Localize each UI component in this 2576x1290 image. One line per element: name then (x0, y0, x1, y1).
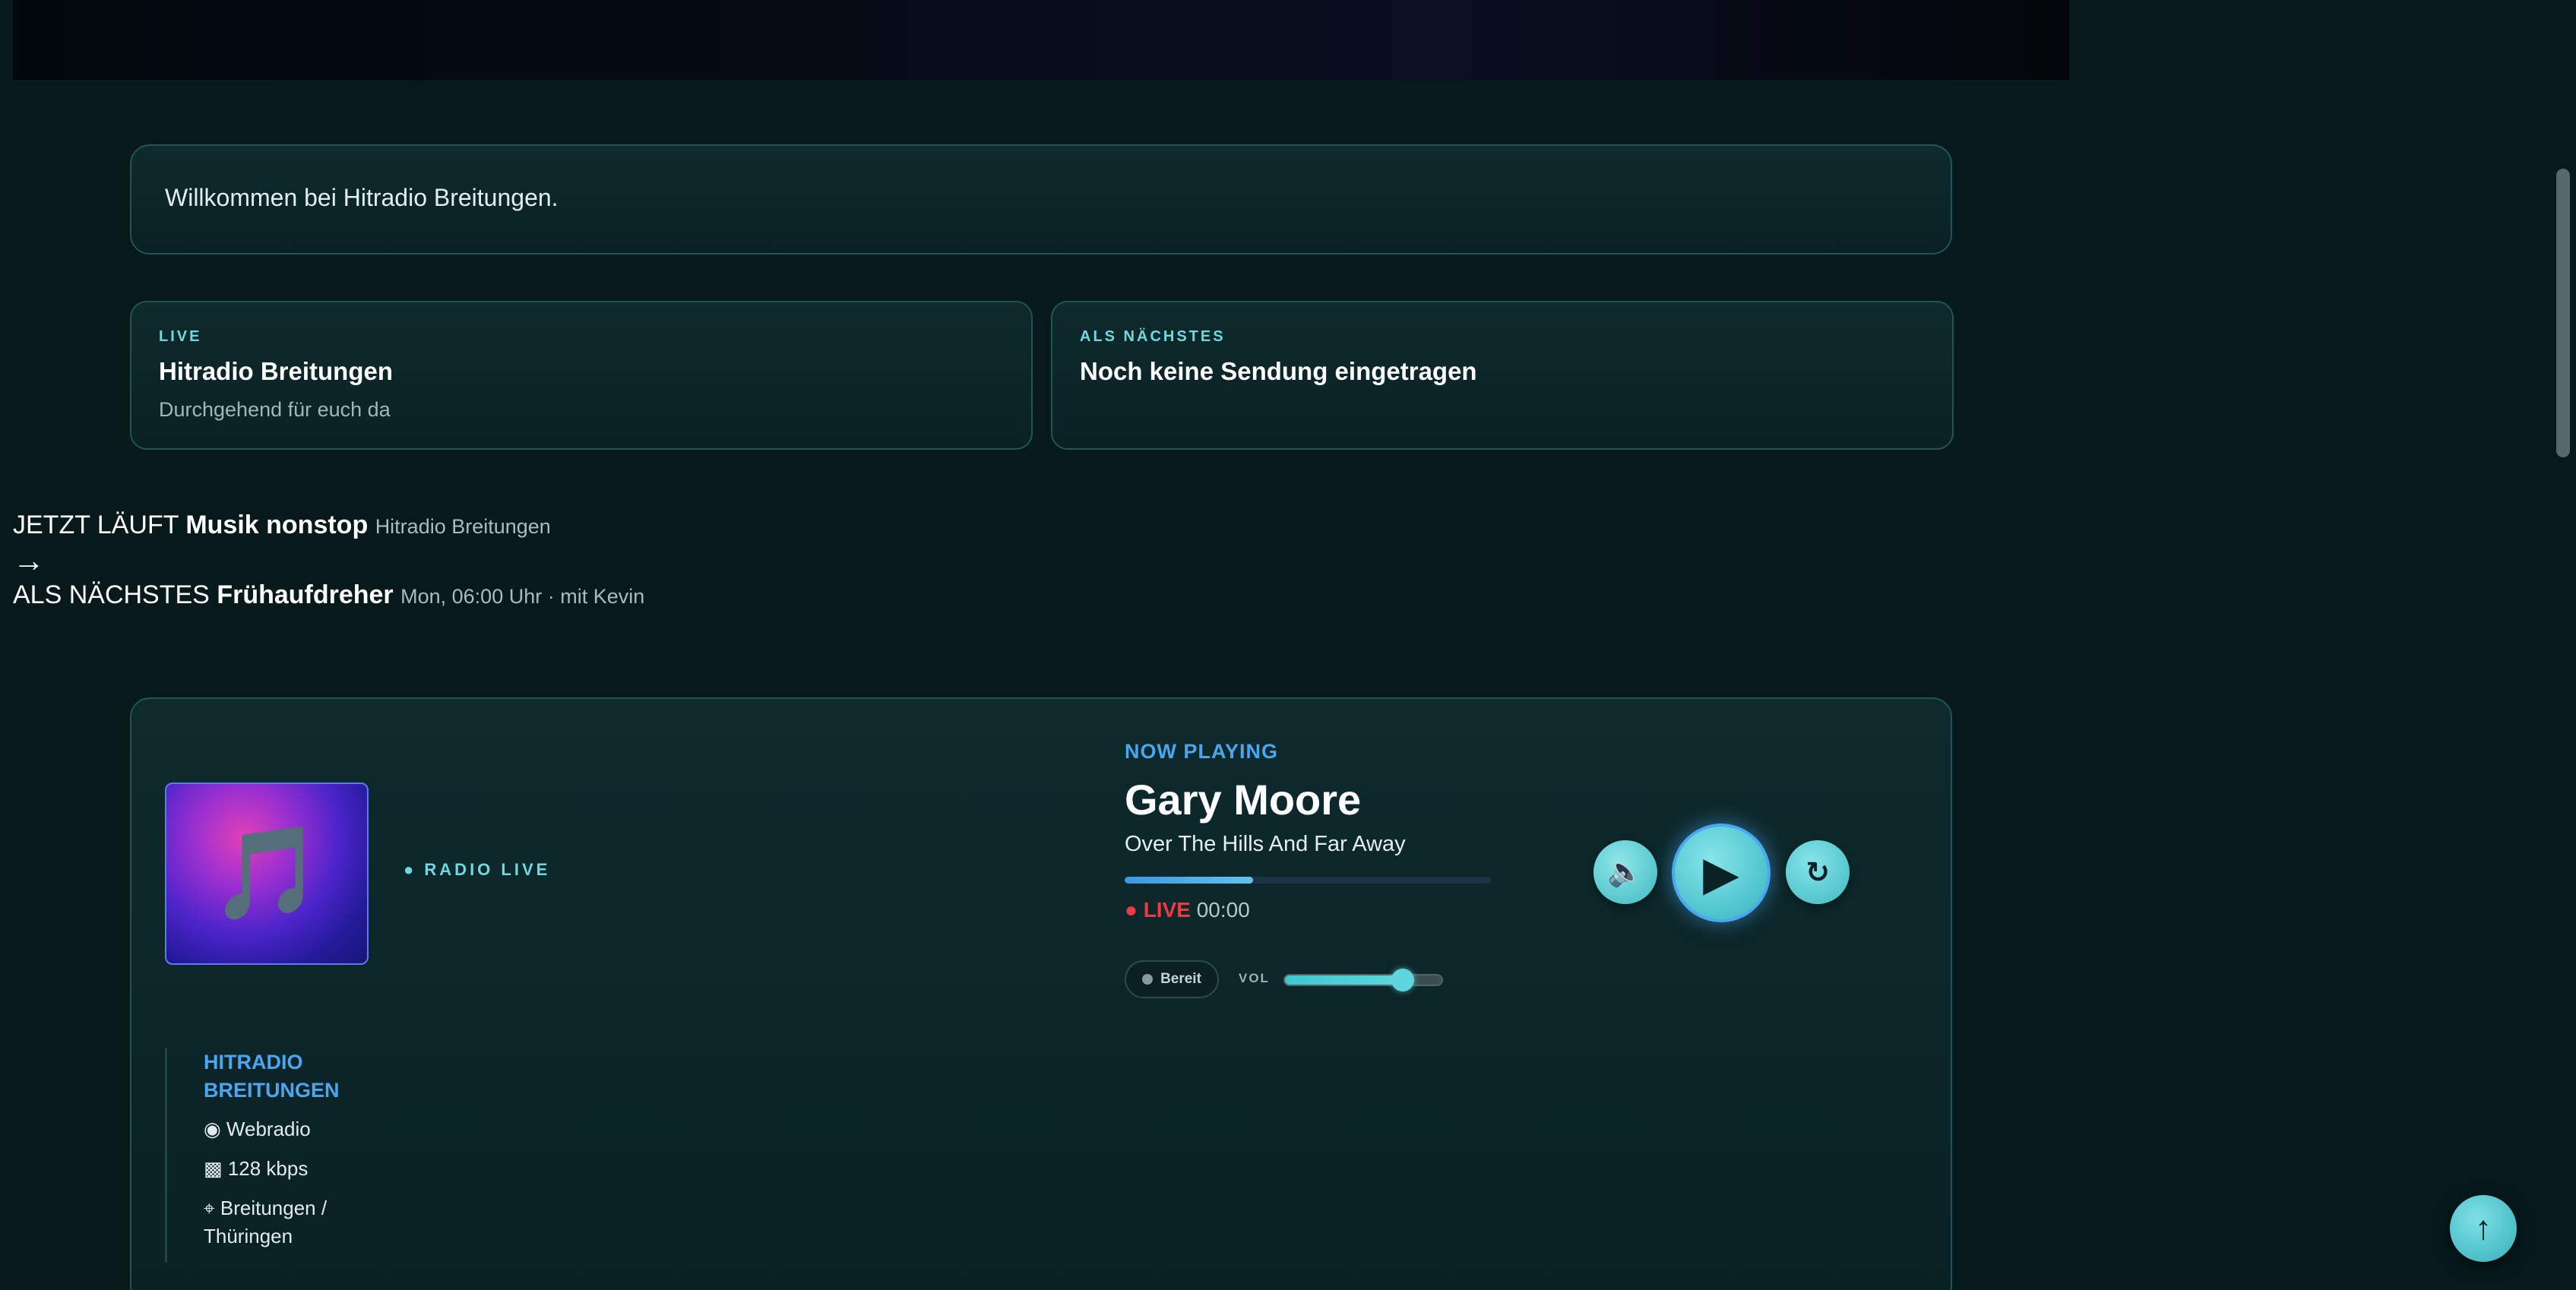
live-card-subtitle: Durchgehend für euch da (159, 398, 391, 421)
volume-slider-fill (1285, 975, 1403, 985)
track-artist: Gary Moore (1125, 776, 1362, 824)
radio-player: 🎵 ● RADIO LIVE NOW PLAYING Gary Moore Ov… (130, 697, 1952, 1290)
volume-slider[interactable] (1283, 969, 1443, 991)
next-card-title: Noch keine Sendung eingetragen (1080, 357, 1477, 385)
ticker-now-prefix: JETZT LÄUFT (13, 511, 179, 539)
status-text: Bereit (1160, 971, 1201, 987)
reload-button[interactable]: ↻ (1786, 840, 1850, 904)
live-word: LIVE (1143, 898, 1191, 922)
hero-banner (13, 0, 2069, 80)
station-bitrate: ▩ 128 kbps (204, 1155, 386, 1183)
ticker-next: ALS NÄCHSTES Frühaufdreher Mon, 06:00 Uh… (13, 580, 644, 610)
track-progress-fill (1125, 877, 1253, 884)
ticker-next-prefix: ALS NÄCHSTES (13, 580, 210, 609)
live-card-title: Hitradio Breitungen (159, 357, 394, 385)
mute-button[interactable]: 🔈 (1593, 840, 1657, 904)
now-playing-label: NOW PLAYING (1125, 740, 1279, 763)
refresh-icon: ↻ (1805, 856, 1830, 889)
radio-live-badge: ● RADIO LIVE (403, 860, 551, 879)
welcome-text: Willkommen bei Hitradio Breitungen. (165, 184, 559, 211)
status-dot-icon (1142, 974, 1154, 985)
volume-slider-thumb[interactable] (1391, 969, 1414, 991)
speaker-icon: 🔈 (1607, 856, 1644, 888)
album-cover: 🎵 (165, 783, 369, 965)
station-location-text: Breitungen / Thüringen (204, 1197, 328, 1247)
ticker-now-meta: Hitradio Breitungen (375, 515, 551, 538)
live-dot-icon: ● (1125, 898, 1138, 922)
elapsed-time: 00:00 (1196, 898, 1250, 922)
ticker-next-meta: Mon, 06:00 Uhr · mit Kevin (400, 585, 645, 608)
station-bitrate-text: 128 kbps (227, 1157, 309, 1180)
ticker-arrow-icon: → (13, 542, 45, 578)
ticker-now-show: Musik nonstop (185, 511, 369, 539)
location-icon: ⌖ (204, 1197, 215, 1219)
next-card: ALS NÄCHSTES Noch keine Sendung eingetra… (1051, 301, 1954, 450)
track-title: Over The Hills And Far Away (1125, 832, 1406, 856)
ticker-now: JETZT LÄUFT Musik nonstop Hitradio Breit… (13, 511, 551, 540)
welcome-panel: Willkommen bei Hitradio Breitungen. (130, 144, 1952, 255)
next-card-eyebrow: ALS NÄCHSTES (1080, 328, 1226, 345)
radio-icon: ◉ (204, 1118, 221, 1140)
play-icon: ▶ (1703, 847, 1739, 900)
scroll-to-top-button[interactable]: ↑ (2450, 1195, 2517, 1262)
station-info: HITRADIO BREITUNGEN ◉ Webradio ▩ 128 kbp… (165, 1048, 362, 1263)
station-location: ⌖ Breitungen / Thüringen (204, 1194, 386, 1250)
track-progress-bar (1125, 877, 1491, 884)
volume-label: VOL (1239, 971, 1270, 985)
ticker-next-show: Frühaufdreher (217, 580, 394, 609)
live-card: LIVE Hitradio Breitungen Durchgehend für… (130, 301, 1033, 450)
station-type: ◉ Webradio (204, 1115, 386, 1143)
live-card-eyebrow: LIVE (159, 328, 202, 345)
page-scrollbar[interactable] (2556, 169, 2570, 457)
live-indicator: ● LIVE 00:00 (1125, 898, 1250, 922)
station-type-text: Webradio (226, 1118, 311, 1140)
station-name: HITRADIO BREITUNGEN (204, 1051, 340, 1102)
status-badge: Bereit (1125, 960, 1219, 998)
bitrate-icon: ▩ (204, 1157, 223, 1180)
music-note-icon: 🎵 (210, 822, 324, 924)
arrow-up-icon: ↑ (2475, 1209, 2492, 1247)
play-button[interactable]: ▶ (1672, 824, 1771, 922)
